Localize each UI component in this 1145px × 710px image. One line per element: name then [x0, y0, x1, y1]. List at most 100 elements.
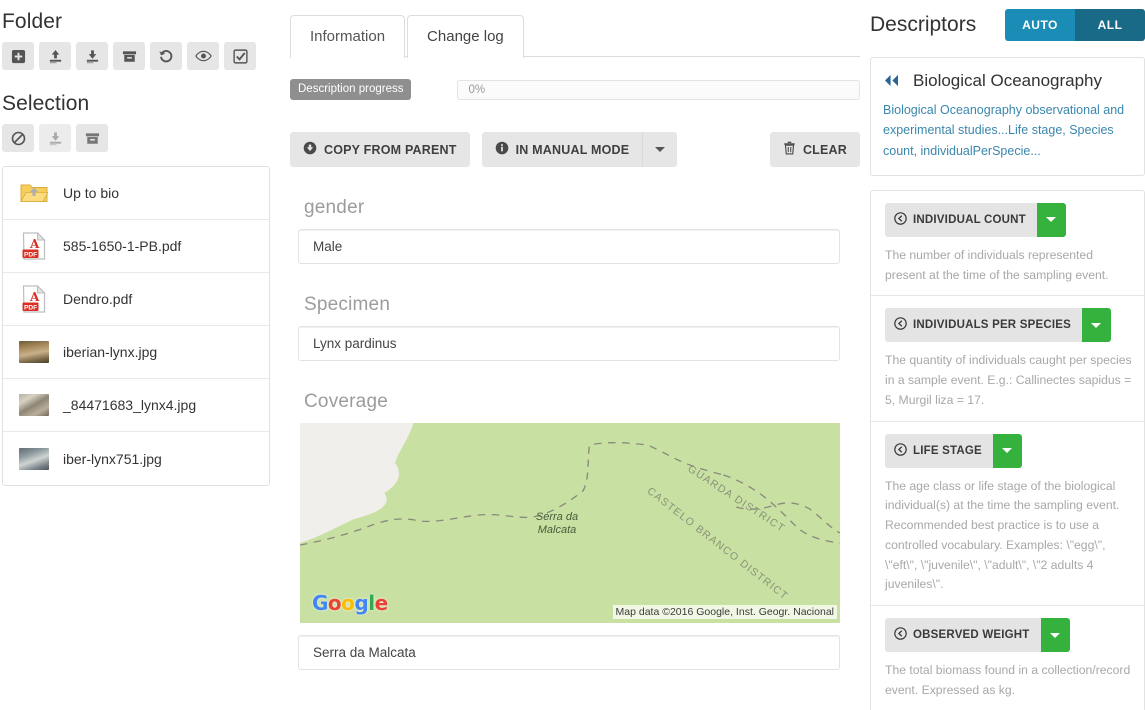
select-all-button[interactable]: [224, 42, 256, 70]
double-chevron-left-icon[interactable]: [883, 70, 901, 92]
copy-from-parent-button[interactable]: COPY FROM PARENT: [290, 132, 470, 167]
svg-text:PDF: PDF: [24, 304, 37, 311]
preview-button[interactable]: [187, 42, 219, 70]
descriptor-description: The number of individuals represented pr…: [885, 247, 1109, 282]
progress-label: Description progress: [290, 79, 412, 100]
descriptor-description: The quantity of individuals caught per s…: [885, 353, 1132, 407]
manual-mode-label: IN MANUAL MODE: [515, 142, 630, 157]
gender-field[interactable]: Male: [298, 229, 840, 264]
image-thumbnail: [17, 337, 51, 367]
selection-section-title: Selection: [2, 92, 90, 115]
coverage-map[interactable]: Serra da Malcata GUARDA DISTRICT CASTELO…: [300, 423, 840, 623]
svg-text:A: A: [29, 290, 40, 304]
ontology-card[interactable]: Biological Oceanography Biological Ocean…: [870, 57, 1145, 176]
specimen-field[interactable]: Lynx pardinus: [298, 326, 840, 361]
list-item[interactable]: iber-lynx751.jpg: [3, 432, 269, 485]
add-circle-left-icon: [894, 211, 907, 228]
gender-label: gender: [304, 197, 365, 218]
tab-information[interactable]: Information: [290, 14, 406, 58]
descriptors-panel: Descriptors AUTO ALL Biological Oceanogr…: [870, 0, 1145, 710]
descriptor-dropdown-toggle[interactable]: [1040, 618, 1070, 653]
toggle-auto-button[interactable]: AUTO: [1005, 9, 1075, 41]
main-panel: Information Change log Description progr…: [280, 0, 870, 710]
chevron-down-icon: [1050, 632, 1061, 638]
action-toolbar: COPY FROM PARENT IN MANUAL MODE CLEAR: [290, 132, 860, 167]
list-item[interactable]: A PDF 585-1650-1-PB.pdf: [3, 220, 269, 273]
left-sidebar: Folder Selection Up to bio A PDF 585-165…: [0, 0, 280, 710]
clear-button[interactable]: CLEAR: [769, 132, 860, 167]
progress-value: 0%: [468, 83, 486, 96]
chevron-down-icon: [1046, 217, 1057, 223]
toggle-all-button[interactable]: ALL: [1075, 9, 1145, 41]
restore-button[interactable]: [150, 42, 182, 70]
descriptors-mode-toggle: AUTO ALL: [1005, 9, 1145, 41]
chevron-down-icon: [1091, 322, 1102, 328]
tab-bar: Information Change log: [290, 0, 860, 58]
file-name: Up to bio: [63, 185, 120, 201]
list-item[interactable]: iberian-lynx.jpg: [3, 326, 269, 379]
descriptor-split-button: INDIVIDUAL COUNT: [885, 202, 1066, 237]
descriptor-add-button[interactable]: OBSERVED WEIGHT: [885, 618, 1041, 653]
description-progress: Description progress 0%: [290, 79, 860, 100]
descriptors-header: Descriptors AUTO ALL: [870, 5, 1145, 45]
descriptor-label: OBSERVED WEIGHT: [913, 629, 1030, 642]
file-list: Up to bio A PDF 585-1650-1-PB.pdf A PDF …: [2, 166, 270, 486]
chevron-down-icon: [655, 147, 666, 152]
clear-label: CLEAR: [802, 142, 847, 157]
pdf-icon: A PDF: [17, 284, 51, 314]
trash-icon: [783, 141, 796, 158]
chevron-down-icon: [1002, 448, 1013, 454]
file-name: iberian-lynx.jpg: [63, 344, 158, 360]
descriptor-list: INDIVIDUAL COUNT The number of individua…: [870, 189, 1145, 710]
descriptor-add-button[interactable]: INDIVIDUAL COUNT: [885, 202, 1037, 237]
descriptor-description: The total biomass found in a collection/…: [885, 663, 1131, 697]
delete-selection-button[interactable]: [76, 124, 108, 152]
list-item: INDIVIDUAL COUNT The number of individua…: [871, 191, 1144, 297]
list-item: OBSERVED WEIGHT The total biomass found …: [871, 606, 1144, 710]
list-item: INDIVIDUALS PER SPECIES The quantity of …: [871, 296, 1144, 422]
descriptor-label: LIFE STAGE: [913, 444, 982, 457]
deselect-button[interactable]: [2, 124, 34, 152]
file-name: 585-1650-1-PB.pdf: [63, 238, 182, 254]
descriptor-dropdown-toggle[interactable]: [992, 433, 1022, 468]
progress-bar: 0%: [457, 79, 860, 100]
descriptor-add-button[interactable]: INDIVIDUALS PER SPECIES: [885, 308, 1082, 343]
list-item[interactable]: Up to bio: [3, 167, 269, 220]
ontology-title: Biological Oceanography: [913, 71, 1103, 90]
create-folder-button[interactable]: [2, 42, 34, 70]
tab-change-log[interactable]: Change log: [407, 14, 524, 58]
descriptor-description: The age class or life stage of the biolo…: [885, 478, 1120, 592]
descriptor-dropdown-toggle[interactable]: [1081, 308, 1111, 343]
pdf-icon: A PDF: [17, 231, 51, 261]
list-item[interactable]: A PDF Dendro.pdf: [3, 273, 269, 326]
map-attribution: Map data ©2016 Google, Inst. Geogr. Naci…: [612, 605, 837, 619]
folder-up-icon: [17, 178, 51, 208]
coverage-field[interactable]: Serra da Malcata: [298, 635, 840, 670]
mode-split-button: IN MANUAL MODE: [481, 132, 678, 167]
info-circle-icon: [495, 141, 509, 158]
descriptor-label: INDIVIDUAL COUNT: [913, 213, 1026, 226]
specimen-label: Specimen: [304, 294, 391, 315]
image-thumbnail: [17, 390, 51, 420]
app-root: Folder Selection Up to bio A PDF 585-165…: [0, 0, 1145, 710]
descriptor-dropdown-toggle[interactable]: [1036, 202, 1066, 237]
list-item[interactable]: _84471683_lynx4.jpg: [3, 379, 269, 432]
delete-button[interactable]: [113, 42, 145, 70]
selection-toolbar: [0, 124, 272, 152]
file-name: _84471683_lynx4.jpg: [63, 397, 197, 413]
descriptor-split-button: LIFE STAGE: [885, 433, 1022, 468]
ontology-description: Biological Oceanography observational an…: [883, 103, 1125, 158]
file-name: iber-lynx751.jpg: [63, 450, 162, 467]
descriptor-split-button: INDIVIDUALS PER SPECIES: [885, 308, 1111, 343]
download-selection-button[interactable]: [39, 124, 71, 152]
coverage-label: Coverage: [304, 391, 388, 412]
upload-button[interactable]: [39, 42, 71, 70]
list-item: LIFE STAGE The age class or life stage o…: [871, 422, 1144, 607]
descriptor-add-button[interactable]: LIFE STAGE: [885, 433, 993, 468]
mode-dropdown-toggle[interactable]: [642, 132, 678, 167]
page-title: Descriptors: [870, 13, 977, 36]
add-circle-left-icon: [894, 442, 907, 459]
descriptor-label: INDIVIDUALS PER SPECIES: [913, 319, 1071, 332]
manual-mode-button[interactable]: IN MANUAL MODE: [481, 132, 643, 167]
download-button[interactable]: [76, 42, 108, 70]
